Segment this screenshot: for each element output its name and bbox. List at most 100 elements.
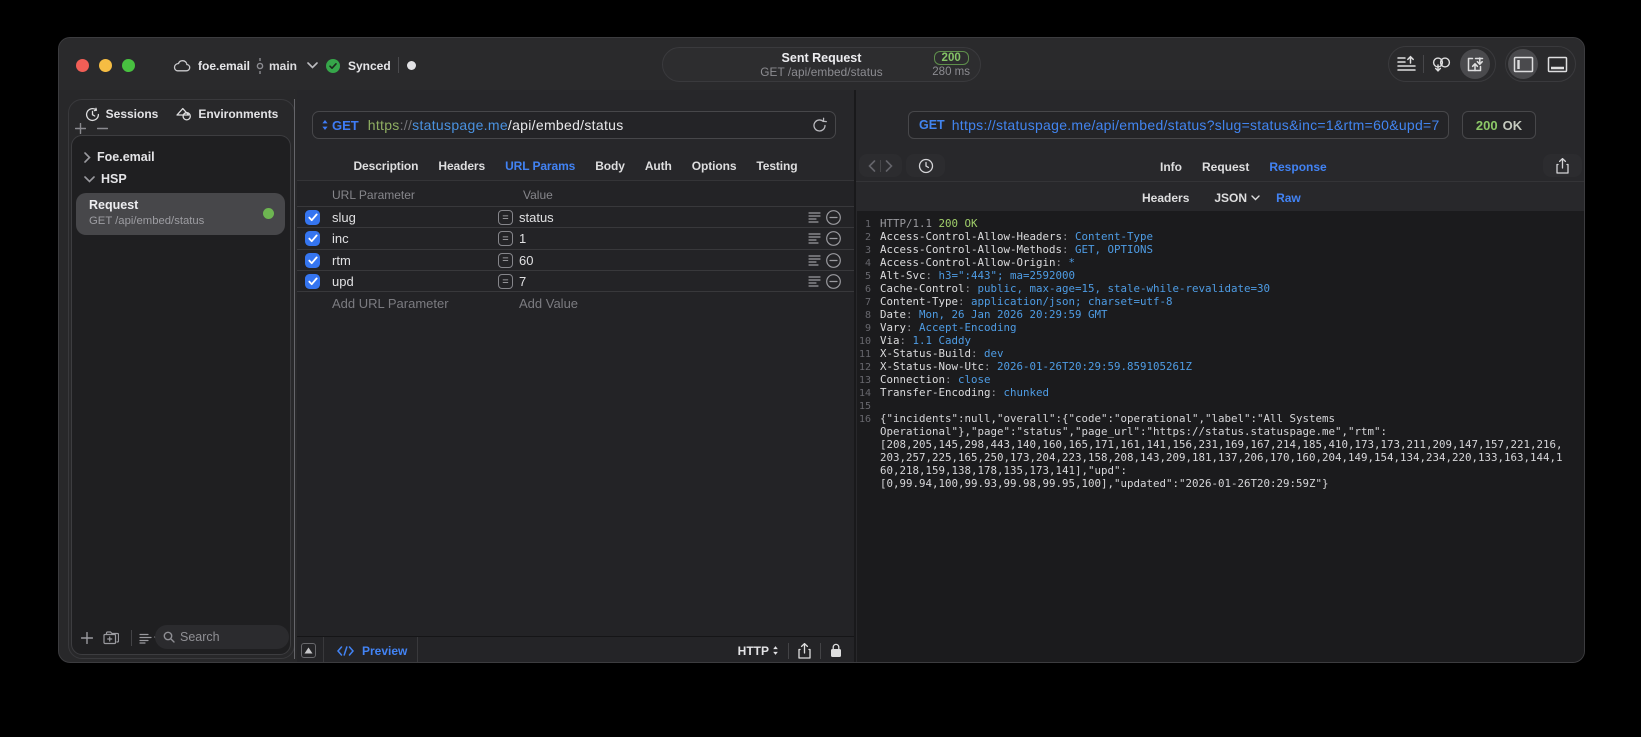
value-options-icon[interactable] (808, 275, 821, 287)
url-separator: :// (399, 117, 413, 133)
sidebar-split-handle[interactable] (294, 99, 295, 659)
response-panel: GET https://statuspage.me/api/embed/stat… (856, 90, 1584, 662)
value-options-icon[interactable] (808, 232, 821, 244)
param-name-input[interactable]: inc (332, 231, 349, 246)
add-url-parameter-button[interactable]: Add URL Parameter (332, 296, 449, 311)
share-response-button[interactable] (1543, 154, 1582, 177)
tab-options[interactable]: Options (692, 159, 737, 173)
response-header-line: 10 Via: 1.1 Caddy (858, 334, 972, 347)
chevron-down-icon (307, 62, 318, 69)
sidebar-search (155, 625, 289, 649)
titlebar: foe.email main Synced Sent Request GET /… (59, 38, 1584, 90)
add-session-button[interactable] (75, 123, 86, 134)
param-row-rtm: rtm = 60 (297, 248, 854, 270)
param-row-upd: upd = 7 (297, 270, 854, 292)
remove-param-icon[interactable] (826, 252, 841, 268)
param-checkbox[interactable] (305, 274, 320, 290)
param-name-input[interactable]: upd (332, 274, 354, 289)
param-value-input[interactable]: status (519, 210, 554, 225)
param-checkbox[interactable] (305, 210, 320, 225)
history-clock-button[interactable] (906, 154, 945, 177)
equals-operator-icon[interactable]: = (498, 274, 513, 290)
lock-icon[interactable] (830, 643, 842, 658)
param-name-input[interactable]: rtm (332, 253, 351, 268)
tab-url-params[interactable]: URL Params (505, 159, 575, 173)
equals-operator-icon[interactable]: = (498, 231, 513, 247)
tab-request[interactable]: Request (1202, 160, 1249, 174)
reload-icon[interactable] (812, 117, 827, 133)
remove-param-icon[interactable] (826, 274, 841, 290)
remove-param-icon[interactable] (826, 231, 841, 247)
raw-response-view[interactable]: 1 HTTP/1.1 200 OK 2 Access-Control-Allow-H… (857, 211, 1584, 662)
remove-param-icon[interactable] (826, 210, 841, 225)
tab-description[interactable]: Description (353, 159, 418, 173)
tab-environments[interactable]: Environments (176, 107, 278, 122)
equals-operator-icon[interactable]: = (498, 210, 513, 225)
subtab-json[interactable]: JSON (1214, 191, 1260, 205)
tree-item-request-selected[interactable]: Request GET /api/embed/status (76, 193, 285, 235)
tab-auth[interactable]: Auth (645, 159, 672, 173)
value-options-icon[interactable] (808, 254, 821, 266)
protocol-selector[interactable]: HTTP (738, 644, 779, 658)
preview-button[interactable]: Preview (337, 644, 407, 658)
response-url-box[interactable]: GET https://statuspage.me/api/embed/stat… (908, 111, 1449, 139)
request-url-field[interactable]: GET https://statuspage.me/api/embed/stat… (312, 111, 836, 139)
tab-testing[interactable]: Testing (756, 159, 797, 173)
tab-headers[interactable]: Headers (438, 159, 485, 173)
export-log-button[interactable] (1389, 47, 1423, 81)
url-params-table: URL Parameter Value slug = status inc = … (297, 181, 854, 636)
param-name-input[interactable]: slug (332, 210, 356, 225)
param-value-input[interactable]: 1 (519, 231, 526, 246)
toggle-bottom-panel-button[interactable] (1540, 47, 1574, 81)
collapse-panel-button[interactable] (301, 643, 316, 658)
history-clock-icon (85, 107, 100, 122)
project-name: foe.email (198, 58, 251, 73)
search-input[interactable] (180, 630, 275, 644)
toggle-sidebar-button[interactable] (1506, 47, 1540, 81)
sent-request-status-pill[interactable]: Sent Request GET /api/embed/status 200 2… (662, 47, 981, 82)
footer-divider (788, 642, 789, 659)
request-tabs: Description Headers URL Params Body Auth… (297, 159, 854, 173)
sync-status[interactable]: Synced (326, 55, 391, 76)
param-value-input[interactable]: 60 (519, 253, 533, 268)
response-header-line: 9 Vary: Accept-Encoding (864, 321, 1017, 334)
response-header-line: 5 Alt-Svc: h3=":443"; ma=2592000 (864, 269, 1076, 282)
response-tabs-separator (856, 181, 1584, 182)
close-window-button[interactable] (76, 59, 89, 72)
tab-sessions[interactable]: Sessions (85, 107, 158, 122)
footer-divider (417, 637, 419, 662)
param-checkbox[interactable] (305, 252, 320, 268)
send-receive-button[interactable] (1458, 47, 1492, 81)
param-value-input[interactable]: 7 (519, 274, 526, 289)
add-request-button[interactable] (76, 632, 98, 644)
zoom-window-button[interactable] (122, 59, 135, 72)
tab-info[interactable]: Info (1160, 160, 1182, 174)
share-request-icon[interactable] (798, 642, 811, 659)
request-method[interactable]: GET (332, 118, 359, 133)
remove-session-button[interactable] (97, 123, 108, 134)
project-switcher[interactable]: foe.email (173, 55, 250, 76)
response-body-line: [0,99.94,100,99.93,99.98,99.95,100],"upd… (880, 477, 1329, 490)
response-status-code: 200 (1475, 117, 1498, 133)
minimize-window-button[interactable] (99, 59, 112, 72)
subtab-headers[interactable]: Headers (1142, 191, 1189, 205)
add-value-button[interactable]: Add Value (519, 296, 578, 311)
check-circle-icon (326, 58, 340, 73)
request-duration: 280 ms (932, 65, 970, 78)
url-scheme: https (367, 117, 400, 133)
subtab-raw[interactable]: Raw (1276, 191, 1301, 205)
tab-response[interactable]: Response (1269, 160, 1326, 174)
forward-icon[interactable] (885, 159, 893, 172)
back-icon[interactable] (868, 159, 876, 172)
add-folder-button[interactable] (98, 631, 124, 645)
param-checkbox[interactable] (305, 231, 320, 247)
tree-group-foe-email[interactable]: Foe.email (84, 150, 155, 164)
equals-operator-icon[interactable]: = (498, 252, 513, 268)
response-header-line: 7 Content-Type: application/json; charset… (864, 295, 1173, 308)
method-selector-icon (321, 119, 329, 131)
sync-link-button[interactable] (1424, 47, 1458, 81)
value-options-icon[interactable] (808, 211, 821, 223)
tree-group-hsp[interactable]: HSP (84, 172, 127, 186)
tab-body[interactable]: Body (595, 159, 625, 173)
branch-switcher[interactable]: main (255, 55, 318, 76)
